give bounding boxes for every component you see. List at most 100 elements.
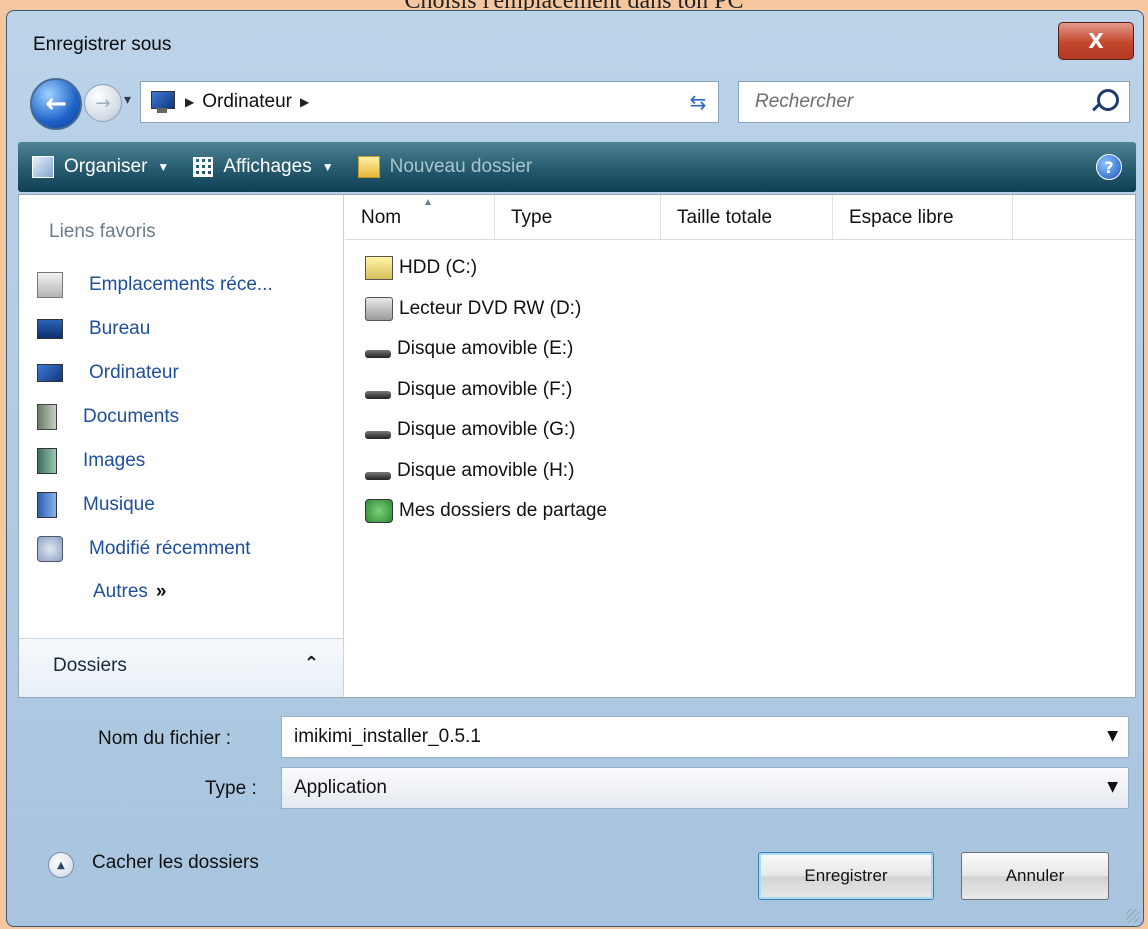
column-header-total-size[interactable]: Taille totale	[661, 195, 833, 239]
list-item[interactable]: Disque amovible (G:)	[345, 410, 1135, 451]
type-select[interactable]: Application ▼	[281, 767, 1129, 809]
chevron-down-icon[interactable]: ▼	[1107, 779, 1118, 795]
hard-drive-icon	[365, 256, 393, 281]
favorites-title: Liens favoris	[49, 221, 156, 242]
sidebar-item-label: Images	[83, 450, 146, 471]
cancel-button[interactable]: Annuler	[961, 852, 1109, 900]
documents-icon	[37, 404, 57, 430]
removable-disk-icon	[365, 431, 391, 440]
window-title: Enregistrer sous	[33, 34, 172, 55]
file-list: ▲ Nom Type Taille totale Espace libre HD…	[345, 195, 1135, 697]
resize-grip-icon[interactable]	[1126, 909, 1140, 923]
recent-places-icon	[37, 272, 63, 298]
double-chevron-icon: »	[155, 581, 167, 602]
views-label: Affichages	[223, 156, 312, 177]
title-bar: Enregistrer sous X	[6, 10, 1144, 76]
desktop-icon	[37, 319, 63, 339]
sidebar-item-computer[interactable]: Ordinateur	[37, 351, 273, 395]
sidebar-item-label: Musique	[83, 494, 155, 515]
sidebar-item-music[interactable]: Musique	[37, 483, 273, 527]
column-header-name[interactable]: ▲ Nom	[345, 195, 495, 239]
organize-label: Organiser	[64, 156, 148, 177]
organize-icon	[32, 156, 54, 178]
refresh-icon[interactable]: ⇆	[678, 81, 719, 123]
recent-pages-dropdown-icon[interactable]: ▾	[124, 92, 131, 108]
sidebar-item-label: Ordinateur	[89, 362, 179, 383]
computer-icon	[145, 89, 177, 115]
column-header-type[interactable]: Type	[495, 195, 661, 239]
sidebar-item-documents[interactable]: Documents	[37, 395, 273, 439]
back-arrow-icon[interactable]: ←	[30, 78, 82, 130]
column-header-free-space[interactable]: Espace libre	[833, 195, 1013, 239]
dvd-drive-icon	[365, 296, 393, 321]
search-icon[interactable]	[1097, 89, 1119, 111]
list-item[interactable]: Disque amovible (E:)	[345, 329, 1135, 370]
sort-ascending-icon: ▲	[423, 197, 433, 208]
more-links-button[interactable]: Autres »	[93, 581, 167, 603]
chevron-up-icon[interactable]: ▲	[48, 852, 74, 878]
sidebar-item-recent-places[interactable]: Emplacements réce...	[37, 263, 273, 307]
organize-button[interactable]: Organiser ▼	[32, 156, 169, 178]
item-name: Disque amovible (E:)	[397, 338, 574, 360]
save-button[interactable]: Enregistrer	[758, 852, 934, 900]
item-name: Lecteur DVD RW (D:)	[399, 297, 582, 319]
list-item[interactable]: Lecteur DVD RW (D:)	[345, 289, 1135, 330]
removable-disk-icon	[365, 471, 391, 480]
forward-arrow-icon[interactable]: →	[84, 84, 122, 122]
list-item[interactable]: Disque amovible (F:)	[345, 370, 1135, 411]
column-label: Nom	[361, 207, 402, 228]
type-value[interactable]: Application	[294, 777, 387, 799]
computer-icon	[37, 364, 63, 382]
folders-toggle-bar[interactable]: Dossiers ⌃	[19, 638, 343, 697]
sidebar-item-label: Documents	[83, 406, 180, 427]
sidebar-item-pictures[interactable]: Images	[37, 439, 273, 483]
address-bar[interactable]: ▶ Ordinateur ▶ ▼	[140, 81, 706, 123]
chevron-down-icon: ▼	[321, 160, 334, 174]
item-name: HDD (C:)	[399, 257, 478, 279]
breadcrumb-arrow-icon[interactable]: ▶	[300, 95, 309, 109]
removable-disk-icon	[365, 390, 391, 399]
new-folder-label: Nouveau dossier	[389, 156, 533, 177]
views-icon	[193, 157, 214, 177]
sidebar-item-label: Modifié récemment	[89, 538, 251, 559]
address-path[interactable]: Ordinateur	[202, 91, 292, 113]
filename-field[interactable]: imikimi_installer_0.5.1 ▼	[281, 716, 1129, 758]
column-label: Espace libre	[849, 207, 954, 228]
sidebar-item-label: Emplacements réce...	[89, 274, 273, 295]
search-input[interactable]: Rechercher	[738, 81, 1130, 123]
new-folder-button[interactable]: Nouveau dossier	[357, 156, 533, 178]
music-icon	[37, 492, 57, 518]
filename-label: Nom du fichier :	[98, 728, 232, 749]
item-name: Mes dossiers de partage	[399, 500, 608, 522]
breadcrumb-arrow-icon[interactable]: ▶	[185, 95, 194, 109]
shared-folders-icon	[365, 499, 393, 524]
more-links-label: Autres	[93, 581, 148, 602]
list-item[interactable]: Mes dossiers de partage	[345, 491, 1135, 532]
close-button[interactable]: X	[1058, 22, 1134, 60]
search-placeholder: Rechercher	[755, 91, 854, 112]
new-folder-icon	[357, 156, 380, 178]
browser-content: Liens favoris Emplacements réce... Burea…	[18, 194, 1136, 698]
chevron-down-icon[interactable]: ▼	[1107, 728, 1118, 744]
favorites-list: Emplacements réce... Bureau Ordinateur D…	[37, 263, 273, 571]
sidebar-item-recently-changed[interactable]: Modifié récemment	[37, 527, 273, 571]
pictures-icon	[37, 448, 57, 474]
sidebar-item-desktop[interactable]: Bureau	[37, 307, 273, 351]
chevron-up-icon[interactable]: ⌃	[304, 653, 319, 674]
item-name: Disque amovible (G:)	[397, 419, 576, 441]
column-label: Taille totale	[677, 207, 773, 228]
item-name: Disque amovible (H:)	[397, 459, 575, 481]
list-item[interactable]: Disque amovible (H:)	[345, 451, 1135, 492]
list-item[interactable]: HDD (C:)	[345, 248, 1135, 289]
help-icon[interactable]: ?	[1096, 154, 1122, 180]
file-rows: HDD (C:) Lecteur DVD RW (D:) Disque amov…	[345, 240, 1135, 532]
removable-disk-icon	[365, 350, 391, 359]
recently-changed-icon	[37, 536, 63, 562]
chevron-down-icon: ▼	[157, 160, 170, 174]
folders-label: Dossiers	[53, 655, 127, 676]
command-toolbar: Organiser ▼ Affichages ▼ Nouveau dossier…	[18, 142, 1136, 192]
filename-value[interactable]: imikimi_installer_0.5.1	[294, 726, 481, 748]
views-button[interactable]: Affichages ▼	[193, 156, 334, 178]
navigation-pane: Liens favoris Emplacements réce... Burea…	[19, 195, 344, 697]
hide-folders-button[interactable]: Cacher les dossiers	[92, 852, 259, 874]
